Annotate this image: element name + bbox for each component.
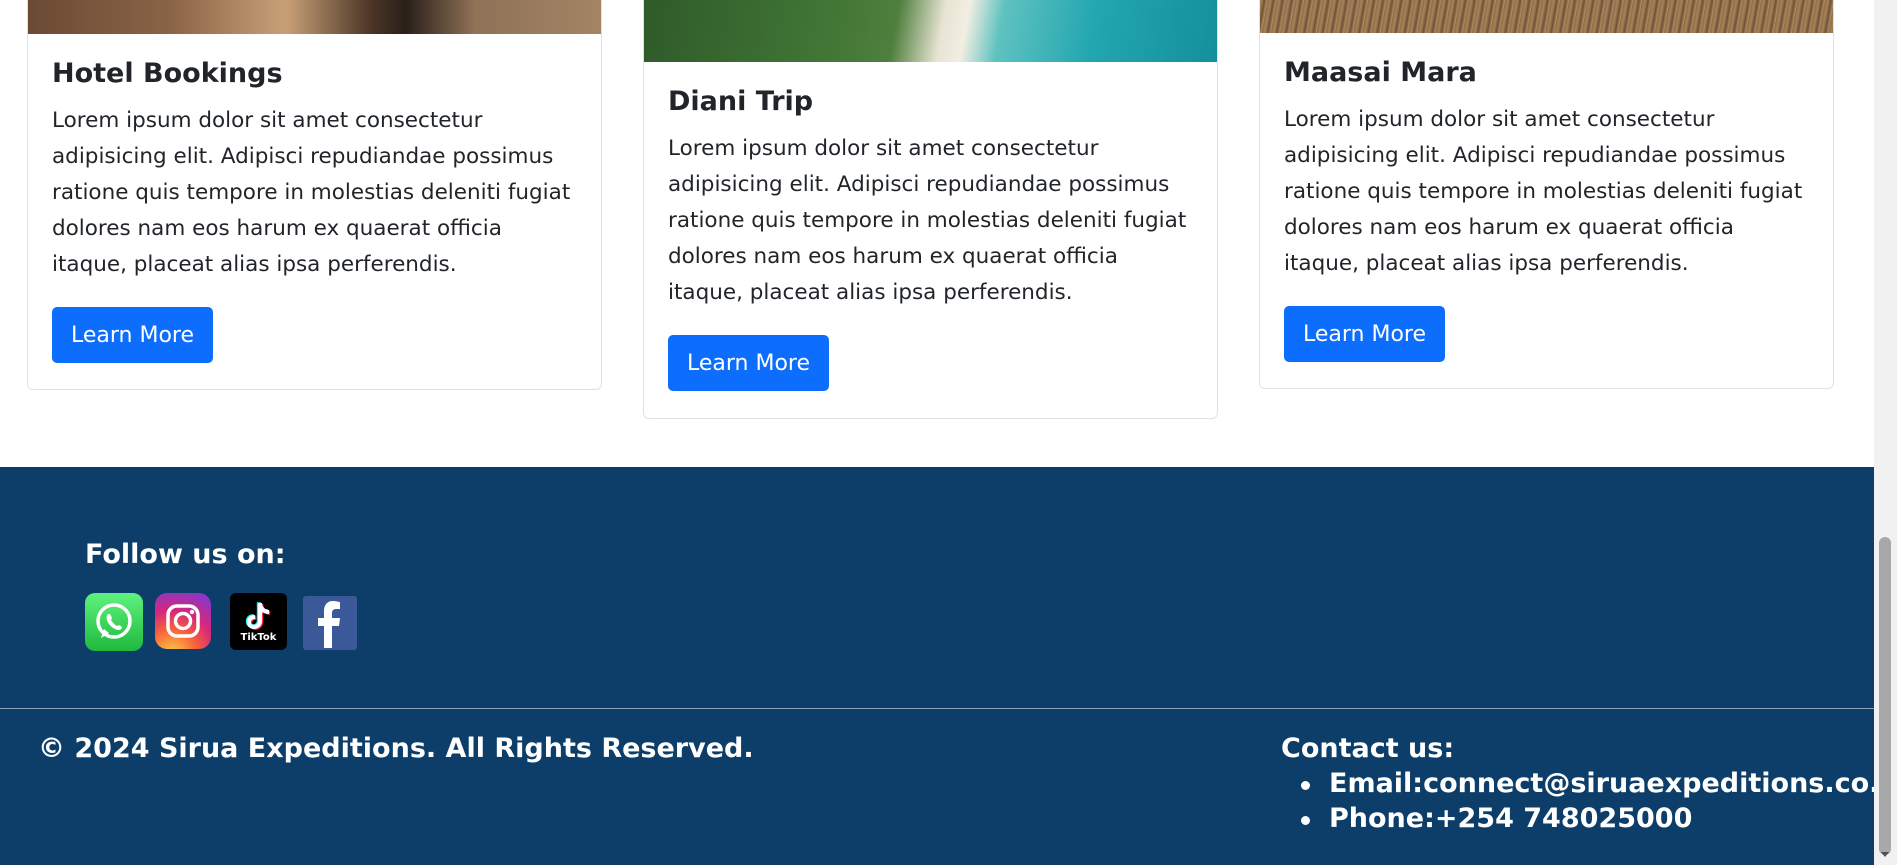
learn-more-button[interactable]: Learn More	[668, 335, 830, 391]
vertical-scrollbar[interactable]	[1874, 0, 1897, 865]
card-image	[1260, 0, 1833, 33]
footer-divider	[0, 708, 1874, 709]
tiktok-label: TikTok	[240, 632, 277, 643]
card-body: Diani Trip Lorem ipsum dolor sit amet co…	[668, 86, 1193, 391]
card-body: Hotel Bookings Lorem ipsum dolor sit ame…	[52, 58, 577, 363]
card-title: Diani Trip	[668, 86, 814, 117]
contact-section: Contact us: Email:connect@siruaexpeditio…	[1281, 733, 1897, 836]
learn-more-button[interactable]: Learn More	[52, 307, 214, 363]
scroll-down-arrow-icon[interactable]	[1881, 852, 1889, 857]
card-maasai-mara: Maasai Mara Lorem ipsum dolor sit amet c…	[1259, 0, 1834, 389]
copyright-text: © 2024 Sirua Expeditions. All Rights Res…	[38, 733, 754, 764]
card-text: Lorem ipsum dolor sit amet consectetur a…	[668, 136, 1187, 305]
card-body: Maasai Mara Lorem ipsum dolor sit amet c…	[1284, 57, 1809, 362]
follow-us-title: Follow us on:	[85, 539, 286, 570]
learn-more-button[interactable]: Learn More	[1284, 306, 1446, 362]
card-hotel-bookings: Hotel Bookings Lorem ipsum dolor sit ame…	[27, 0, 602, 390]
card-text: Lorem ipsum dolor sit amet consectetur a…	[52, 108, 571, 277]
contact-title: Contact us:	[1281, 733, 1455, 764]
contact-list: Email:connect@siruaexpeditions.co.ke Pho…	[1281, 766, 1897, 836]
card-title: Hotel Bookings	[52, 58, 283, 89]
scrollbar-thumb[interactable]	[1879, 537, 1891, 855]
card-image	[28, 0, 601, 34]
whatsapp-icon[interactable]	[85, 593, 143, 651]
cards-section: Hotel Bookings Lorem ipsum dolor sit ame…	[0, 0, 1874, 467]
facebook-icon[interactable]	[303, 596, 357, 650]
card-text: Lorem ipsum dolor sit amet consectetur a…	[1284, 107, 1803, 276]
contact-phone[interactable]: Phone:+254 748025000	[1281, 801, 1897, 836]
instagram-icon[interactable]	[155, 593, 211, 649]
contact-email[interactable]: Email:connect@siruaexpeditions.co.ke	[1281, 766, 1897, 801]
card-title: Maasai Mara	[1284, 57, 1477, 88]
card-image	[644, 0, 1217, 62]
card-diani-trip: Diani Trip Lorem ipsum dolor sit amet co…	[643, 0, 1218, 419]
tiktok-icon[interactable]: TikTok	[230, 593, 287, 650]
footer: Follow us on: TikTok © 2024 Sirua Expedi…	[0, 467, 1897, 865]
